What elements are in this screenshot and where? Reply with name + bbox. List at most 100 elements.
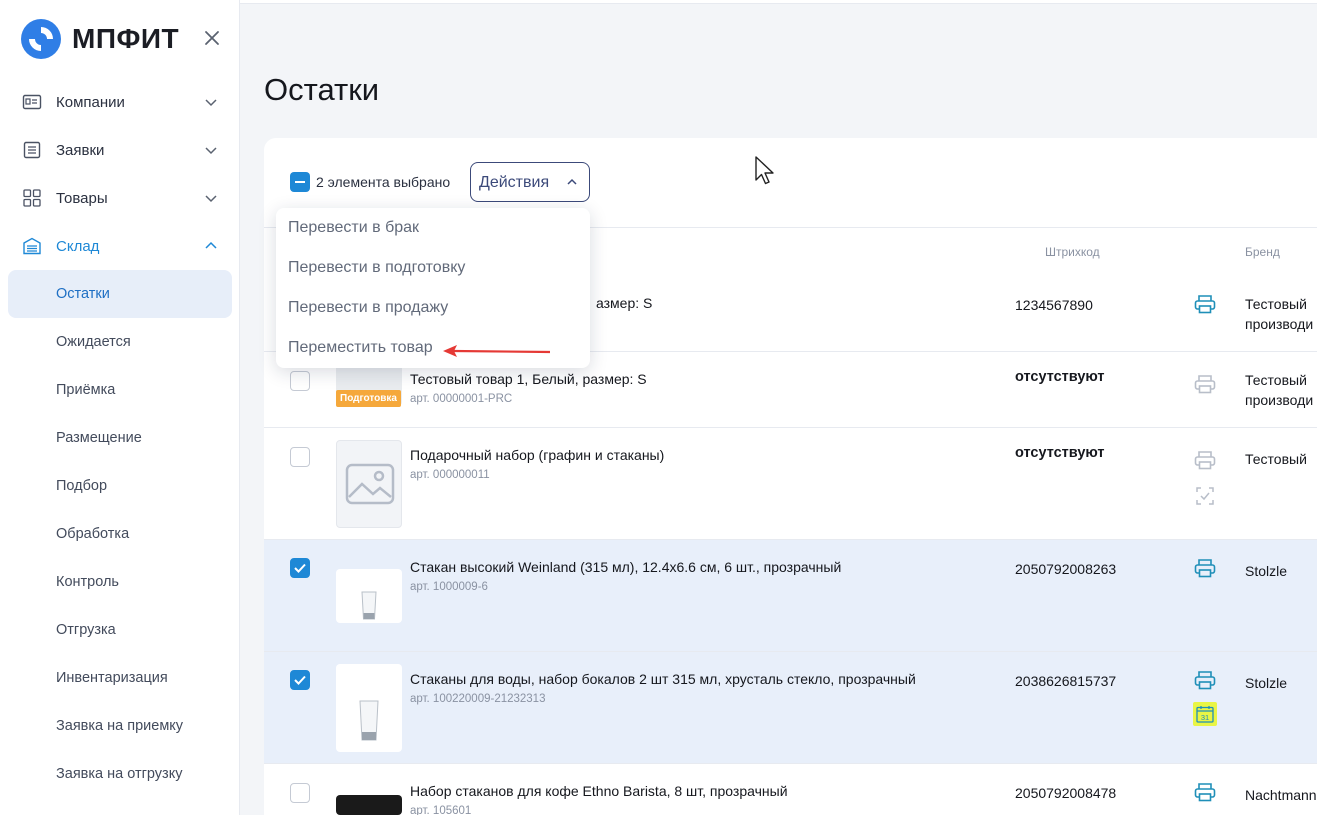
product-image bbox=[336, 569, 402, 623]
actions-dropdown-button[interactable]: Действия bbox=[470, 162, 590, 202]
sidebar-item-label: Отгрузка bbox=[56, 622, 116, 638]
product-article: арт. 105601 bbox=[410, 805, 472, 815]
printer-icon[interactable] bbox=[1194, 374, 1216, 394]
printer-icon[interactable] bbox=[1194, 450, 1216, 470]
chevron-up-icon bbox=[567, 178, 577, 185]
menu-item-preparation[interactable]: Перевести в подготовку bbox=[276, 248, 590, 288]
brand-value: Тестовый производи bbox=[1245, 296, 1314, 332]
sidebar-item-placement[interactable]: Размещение bbox=[8, 414, 232, 462]
barcode-value: 2038626815737 bbox=[1015, 673, 1117, 689]
sidebar-item-picking[interactable]: Подбор bbox=[8, 462, 232, 510]
sidebar-item-receiving-request[interactable]: Заявка на приемку bbox=[8, 702, 232, 750]
sidebar-group-requests[interactable]: Заявки bbox=[0, 126, 240, 174]
checkmark-icon bbox=[294, 563, 306, 573]
product-article: арт. 00000001-PRC bbox=[410, 393, 513, 405]
brand-value: Stolzle bbox=[1245, 563, 1288, 579]
barcode-value: 2050792008478 bbox=[1015, 785, 1117, 801]
row-checkbox[interactable] bbox=[290, 670, 310, 690]
sidebar-item-label: Ожидается bbox=[56, 334, 131, 350]
menu-item-label: Перевести в продажу bbox=[288, 299, 449, 316]
sidebar-item-label: Размещение bbox=[56, 430, 142, 446]
brand-name: МПФИТ bbox=[72, 23, 180, 54]
brand-logo-icon bbox=[21, 19, 61, 59]
status-badge: Подготовка bbox=[336, 390, 401, 407]
table-row[interactable] bbox=[264, 540, 1317, 652]
printer-icon[interactable] bbox=[1194, 294, 1216, 314]
list-icon bbox=[23, 141, 41, 159]
sidebar-item-label: Заявка на отгрузку bbox=[56, 766, 183, 782]
sidebar-item-label: Приёмка bbox=[56, 382, 116, 398]
column-header-barcode[interactable]: Штрихкод bbox=[1045, 245, 1100, 259]
row-checkbox[interactable] bbox=[290, 783, 310, 803]
product-image bbox=[336, 795, 402, 815]
barcode-value: 1234567890 bbox=[1015, 297, 1093, 313]
warehouse-icon bbox=[23, 237, 41, 255]
sidebar-item-receiving[interactable]: Приёмка bbox=[8, 366, 232, 414]
product-name[interactable]: Стаканы для воды, набор бокалов 2 шт 315… bbox=[410, 671, 916, 687]
contacts-card-icon bbox=[22, 94, 42, 110]
product-article: арт. 100220009-21232313 bbox=[410, 693, 546, 705]
sidebar-item-label: Заявка на приемку bbox=[56, 718, 184, 734]
table-row[interactable] bbox=[264, 428, 1317, 540]
sidebar-item-stock[interactable]: Остатки bbox=[8, 270, 232, 318]
sidebar-item-shipping-request[interactable]: Заявка на отгрузку bbox=[8, 750, 232, 798]
brand-value: Nachtmann bbox=[1245, 787, 1317, 803]
sidebar-item-shipping[interactable]: Отгрузка bbox=[8, 606, 232, 654]
printer-icon[interactable] bbox=[1194, 670, 1216, 690]
sidebar-group-label: Заявки bbox=[56, 141, 105, 159]
image-placeholder-icon bbox=[336, 440, 402, 528]
chevron-down-icon bbox=[205, 147, 217, 155]
sidebar-item-label: Обработка bbox=[56, 526, 130, 542]
chevron-down-icon bbox=[205, 195, 217, 203]
product-image bbox=[336, 664, 402, 752]
sidebar-group-warehouse[interactable]: Склад bbox=[0, 222, 240, 270]
topbar bbox=[240, 0, 1317, 4]
barcode-value: отсутствуют bbox=[1015, 369, 1105, 385]
sidebar-item-label: Подбор bbox=[56, 478, 108, 494]
brand-value: Тестовый производи bbox=[1245, 372, 1314, 408]
annotation-arrow-icon bbox=[443, 345, 551, 357]
sidebar-group-products[interactable]: Товары bbox=[0, 174, 240, 222]
product-name[interactable]: Тестовый товар 1, Белый, размер: S bbox=[410, 371, 647, 387]
sidebar-group-label: Склад bbox=[56, 237, 100, 255]
table-row[interactable] bbox=[264, 652, 1317, 764]
selected-count: 2 элемента выбрано bbox=[316, 174, 451, 190]
product-name[interactable]: Подарочный набор (графин и стаканы) bbox=[410, 447, 664, 463]
sidebar-item-inventory[interactable]: Инвентаризация bbox=[8, 654, 232, 702]
brand[interactable]: МПФИТ bbox=[20, 18, 179, 60]
product-name[interactable]: азмер: S bbox=[596, 295, 652, 311]
sidebar-item-label: Остатки bbox=[56, 286, 110, 302]
sidebar: МПФИТ Компании Заявки Товары Склад Остат… bbox=[0, 0, 240, 815]
menu-item-label: Перевести в подготовку bbox=[288, 259, 466, 276]
column-header-brand[interactable]: Бренд bbox=[1245, 245, 1280, 259]
printer-icon[interactable] bbox=[1194, 782, 1216, 802]
menu-item-defect[interactable]: Перевести в брак bbox=[276, 208, 590, 248]
product-article: арт. 1000009-6 bbox=[410, 581, 488, 593]
chevron-up-icon bbox=[205, 241, 217, 249]
checkmark-icon bbox=[294, 675, 306, 685]
calendar-icon[interactable]: 31 bbox=[1193, 702, 1217, 726]
sidebar-item-expected[interactable]: Ожидается bbox=[8, 318, 232, 366]
select-all-checkbox[interactable] bbox=[290, 172, 310, 192]
product-name[interactable]: Набор стаканов для кофе Ethno Barista, 8… bbox=[410, 783, 788, 799]
barcode-value: 2050792008263 bbox=[1015, 561, 1117, 577]
product-article: арт. 000000011 bbox=[410, 469, 490, 481]
sidebar-group-companies[interactable]: Компании bbox=[0, 78, 240, 126]
barcode-value: отсутствуют bbox=[1015, 445, 1105, 461]
brand-value: Тестовый bbox=[1245, 451, 1307, 467]
row-checkbox[interactable] bbox=[290, 558, 310, 578]
menu-item-label: Перевести в брак bbox=[288, 219, 420, 236]
brand-value: Stolzle bbox=[1245, 675, 1288, 691]
printer-icon[interactable] bbox=[1194, 558, 1216, 578]
sidebar-item-control[interactable]: Контроль bbox=[8, 558, 232, 606]
row-checkbox[interactable] bbox=[290, 447, 310, 467]
sidebar-item-label: Инвентаризация bbox=[56, 670, 168, 686]
product-name[interactable]: Стакан высокий Weinland (315 мл), 12.4x6… bbox=[410, 559, 841, 575]
menu-item-sale[interactable]: Перевести в продажу bbox=[276, 288, 590, 328]
sidebar-group-label: Компании bbox=[56, 93, 125, 111]
chevron-down-icon bbox=[205, 99, 217, 107]
close-icon[interactable] bbox=[200, 26, 224, 50]
sidebar-item-processing[interactable]: Обработка bbox=[8, 510, 232, 558]
scan-check-icon[interactable] bbox=[1195, 486, 1215, 506]
row-checkbox[interactable] bbox=[290, 371, 310, 391]
